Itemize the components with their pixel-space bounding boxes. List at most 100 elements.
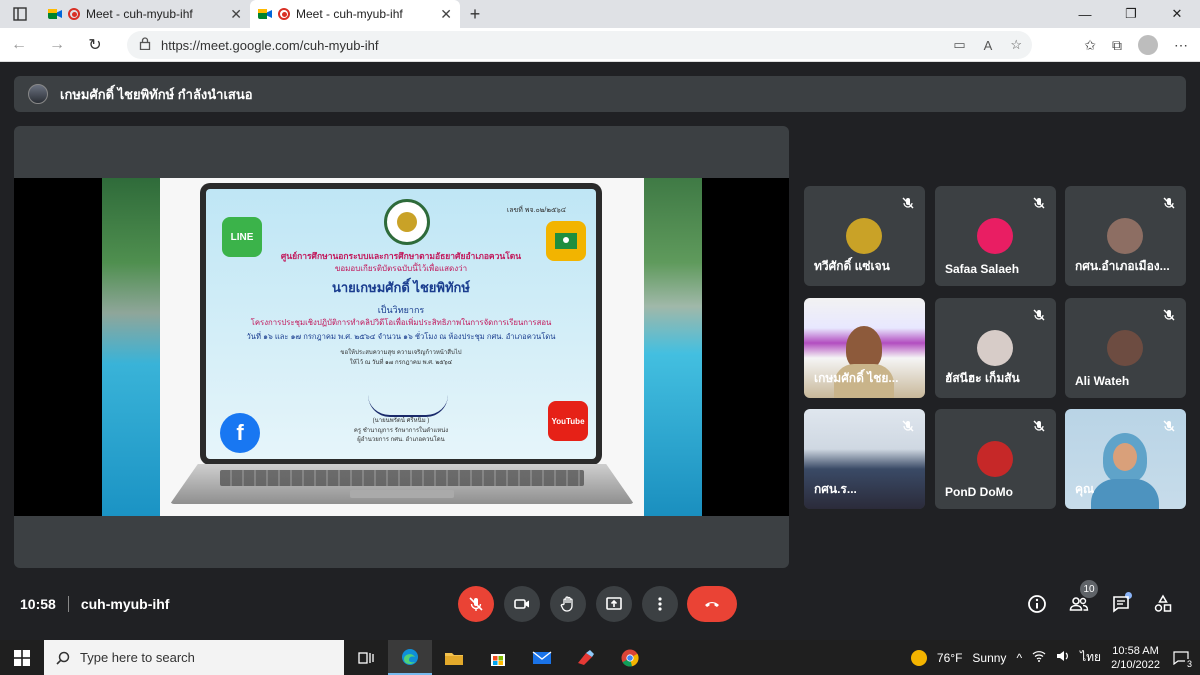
cert-wish: ขอให้ประสบความสุข ความเจริญก้าวหน้าสืบไป [340, 350, 462, 356]
mic-off-icon [901, 196, 915, 210]
presenting-banner: เกษมศักดิ์ ไชยพิทักษ์ กำลังนำเสนอ [14, 76, 1186, 112]
chat-icon [1113, 596, 1129, 613]
input-language[interactable]: ไทย [1080, 648, 1101, 667]
participant-tile[interactable]: ทวีศักดิ์ แซ่เจน [804, 186, 925, 286]
participant-name: ทวีศักดิ์ แซ่เจน [814, 259, 890, 273]
participant-tile[interactable]: Safaa Salaeh [935, 186, 1056, 286]
folder-icon [445, 652, 463, 665]
signature [368, 395, 448, 417]
participant-tile[interactable]: กศน.ร... [804, 409, 925, 509]
weather-desc[interactable]: Sunny [972, 651, 1006, 665]
edge-taskbar-button[interactable] [388, 640, 432, 675]
camera-toggle-button[interactable] [504, 586, 540, 622]
browser-tab-1[interactable]: Meet - cuh-myub-ihf ✕ [40, 0, 250, 28]
island-background [644, 178, 702, 516]
participant-tile[interactable]: PonD DoMo [935, 409, 1056, 509]
mic-off-icon [1162, 419, 1176, 433]
participant-tile[interactable]: คุณ [1065, 409, 1186, 509]
address-bar: ← → ↻ https://meet.google.com/cuh-myub-i… [0, 28, 1200, 62]
file-explorer-button[interactable] [432, 640, 476, 675]
mic-off-icon [469, 597, 483, 611]
chat-button[interactable] [1109, 592, 1133, 616]
forward-button[interactable]: → [38, 28, 76, 62]
camera-site-icon[interactable]: ▭ [953, 37, 965, 53]
present-icon [606, 597, 622, 610]
more-vert-icon [658, 597, 662, 611]
chrome-button[interactable] [608, 640, 652, 675]
present-screen-button[interactable] [596, 586, 632, 622]
mic-off-icon [1032, 308, 1046, 322]
participant-name: กศน.อำเภอเมือง... [1075, 259, 1170, 273]
meeting-details-button[interactable] [1025, 592, 1049, 616]
windows-taskbar: Type here to search 76°F Sunny ^ ไทย 10:… [0, 640, 1200, 675]
weather-sun-icon [910, 649, 927, 666]
participant-tile[interactable]: เกษมศักดิ์ ไชย... [804, 298, 925, 398]
clock-date: 2/10/2022 [1111, 658, 1160, 671]
participant-tile[interactable]: Ali Wateh [1065, 298, 1186, 398]
mic-off-icon [1162, 196, 1176, 210]
read-aloud-icon[interactable]: A [984, 38, 993, 53]
mail-button[interactable] [520, 640, 564, 675]
hand-icon [560, 596, 573, 612]
presentation-stage: เลขที่ พจ.๐๒/๒๕๖๔ LINE f YouTube ศูนย์กา… [14, 126, 789, 568]
cert-date: วันที่ ๑๖ และ ๑๗ กรกฎาคม พ.ศ. ๒๕๖๔ จำนวน… [246, 332, 556, 341]
weather-temp[interactable]: 76°F [937, 651, 962, 665]
cert-project: โครงการประชุมเชิงปฏิบัติการทำคลิปวิดีโอเ… [250, 318, 552, 327]
people-button[interactable] [1067, 592, 1091, 616]
cert-org: ศูนย์การศึกษานอกระบบและการศึกษาตามอัธยาศ… [280, 251, 522, 261]
start-button[interactable] [0, 640, 44, 675]
shared-screen: เลขที่ พจ.๐๒/๒๕๖๔ LINE f YouTube ศูนย์กา… [102, 178, 702, 516]
notification-center-button[interactable]: 3 [1170, 647, 1194, 669]
collections-icon[interactable]: ⧉ [1112, 37, 1122, 54]
back-button[interactable]: ← [0, 28, 38, 62]
participant-name: กศน.ร... [814, 482, 857, 496]
hang-up-icon [705, 602, 719, 607]
minimize-icon[interactable]: — [1062, 0, 1108, 28]
chevron-up-icon[interactable]: ^ [1016, 651, 1022, 665]
tab-close-icon[interactable]: ✕ [230, 6, 242, 23]
task-view-button[interactable] [344, 640, 388, 675]
tab-close-icon[interactable]: ✕ [440, 6, 452, 23]
paint-app-button[interactable] [564, 640, 608, 675]
window-close-icon[interactable]: ✕ [1154, 0, 1200, 28]
store-button[interactable] [476, 640, 520, 675]
certificate: เลขที่ พจ.๐๒/๒๕๖๔ LINE f YouTube ศูนย์กา… [206, 189, 596, 459]
more-menu-icon[interactable]: ⋯ [1174, 37, 1188, 54]
tab-actions-button[interactable] [0, 0, 40, 28]
meeting-time: 10:58 [20, 596, 56, 612]
island-background [102, 178, 160, 516]
refresh-button[interactable]: ↻ [76, 28, 114, 62]
notification-count: 3 [1184, 658, 1194, 669]
favorites-icon[interactable]: ✩ [1084, 37, 1096, 54]
cert-given: ให้ไว้ ณ วันที่ ๑๗ กรกฎาคม พ.ศ. ๒๕๖๔ [349, 360, 453, 366]
restore-icon[interactable]: ❐ [1108, 0, 1154, 28]
participant-avatar [1107, 330, 1143, 366]
tab-title: Meet - cuh-myub-ihf [296, 7, 403, 21]
participant-avatar [977, 330, 1013, 366]
participant-tile[interactable]: ฮัสนีฮะ เก็มสัน [935, 298, 1056, 398]
network-icon[interactable] [1032, 650, 1046, 665]
leave-call-button[interactable] [687, 586, 737, 622]
participant-tile[interactable]: กศน.อำเภอเมือง... [1065, 186, 1186, 286]
participant-avatar [977, 218, 1013, 254]
browser-tab-2[interactable]: Meet - cuh-myub-ihf ✕ [250, 0, 460, 28]
activities-icon [1154, 594, 1172, 612]
presenting-text: เกษมศักดิ์ ไชยพิทักษ์ กำลังนำเสนอ [60, 86, 253, 102]
participant-name: เกษมศักดิ์ ไชย... [814, 371, 899, 385]
meeting-controls-bar: 10:58 cuh-myub-ihf 10 [0, 578, 1200, 638]
taskbar-search[interactable]: Type here to search [44, 640, 344, 675]
more-options-button[interactable] [642, 586, 678, 622]
certificate-slide: เลขที่ พจ.๐๒/๒๕๖๔ LINE f YouTube ศูนย์กา… [160, 178, 644, 516]
taskbar-clock[interactable]: 10:58 AM 2/10/2022 [1111, 644, 1160, 672]
raise-hand-button[interactable] [550, 586, 586, 622]
new-tab-button[interactable]: + [460, 0, 490, 28]
mic-toggle-button[interactable] [458, 586, 494, 622]
url-field[interactable]: https://meet.google.com/cuh-myub-ihf ▭ A… [127, 31, 1032, 59]
add-favorite-icon[interactable]: ☆ [1010, 37, 1022, 53]
mic-off-icon [1032, 196, 1046, 210]
meeting-code: cuh-myub-ihf [80, 596, 170, 612]
volume-icon[interactable] [1056, 650, 1070, 665]
activities-button[interactable] [1151, 592, 1175, 616]
participant-avatar [1107, 218, 1143, 254]
profile-avatar[interactable] [1138, 35, 1158, 55]
